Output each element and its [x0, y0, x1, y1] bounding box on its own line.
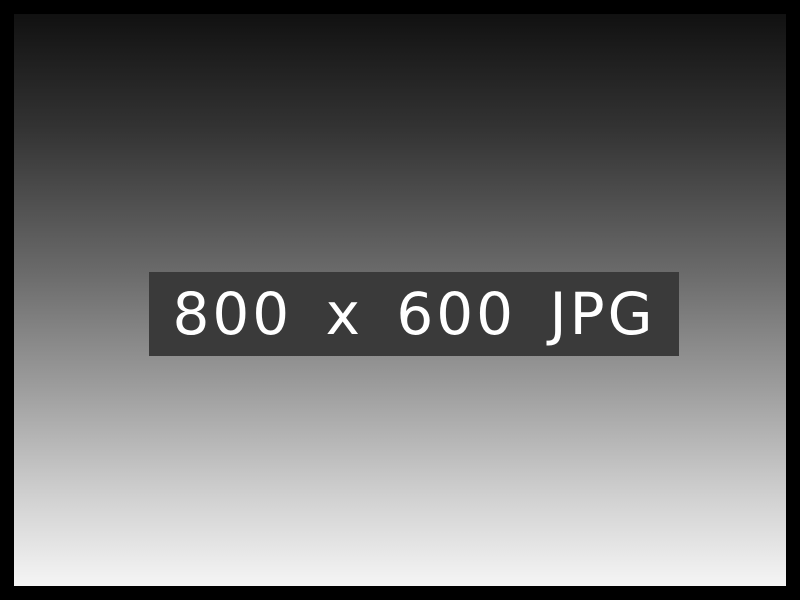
dimension-label: 800 x 600 JPG — [172, 280, 656, 348]
dimension-label-box: 800 x 600 JPG — [149, 272, 679, 356]
placeholder-image: 800 x 600 JPG — [0, 0, 800, 600]
